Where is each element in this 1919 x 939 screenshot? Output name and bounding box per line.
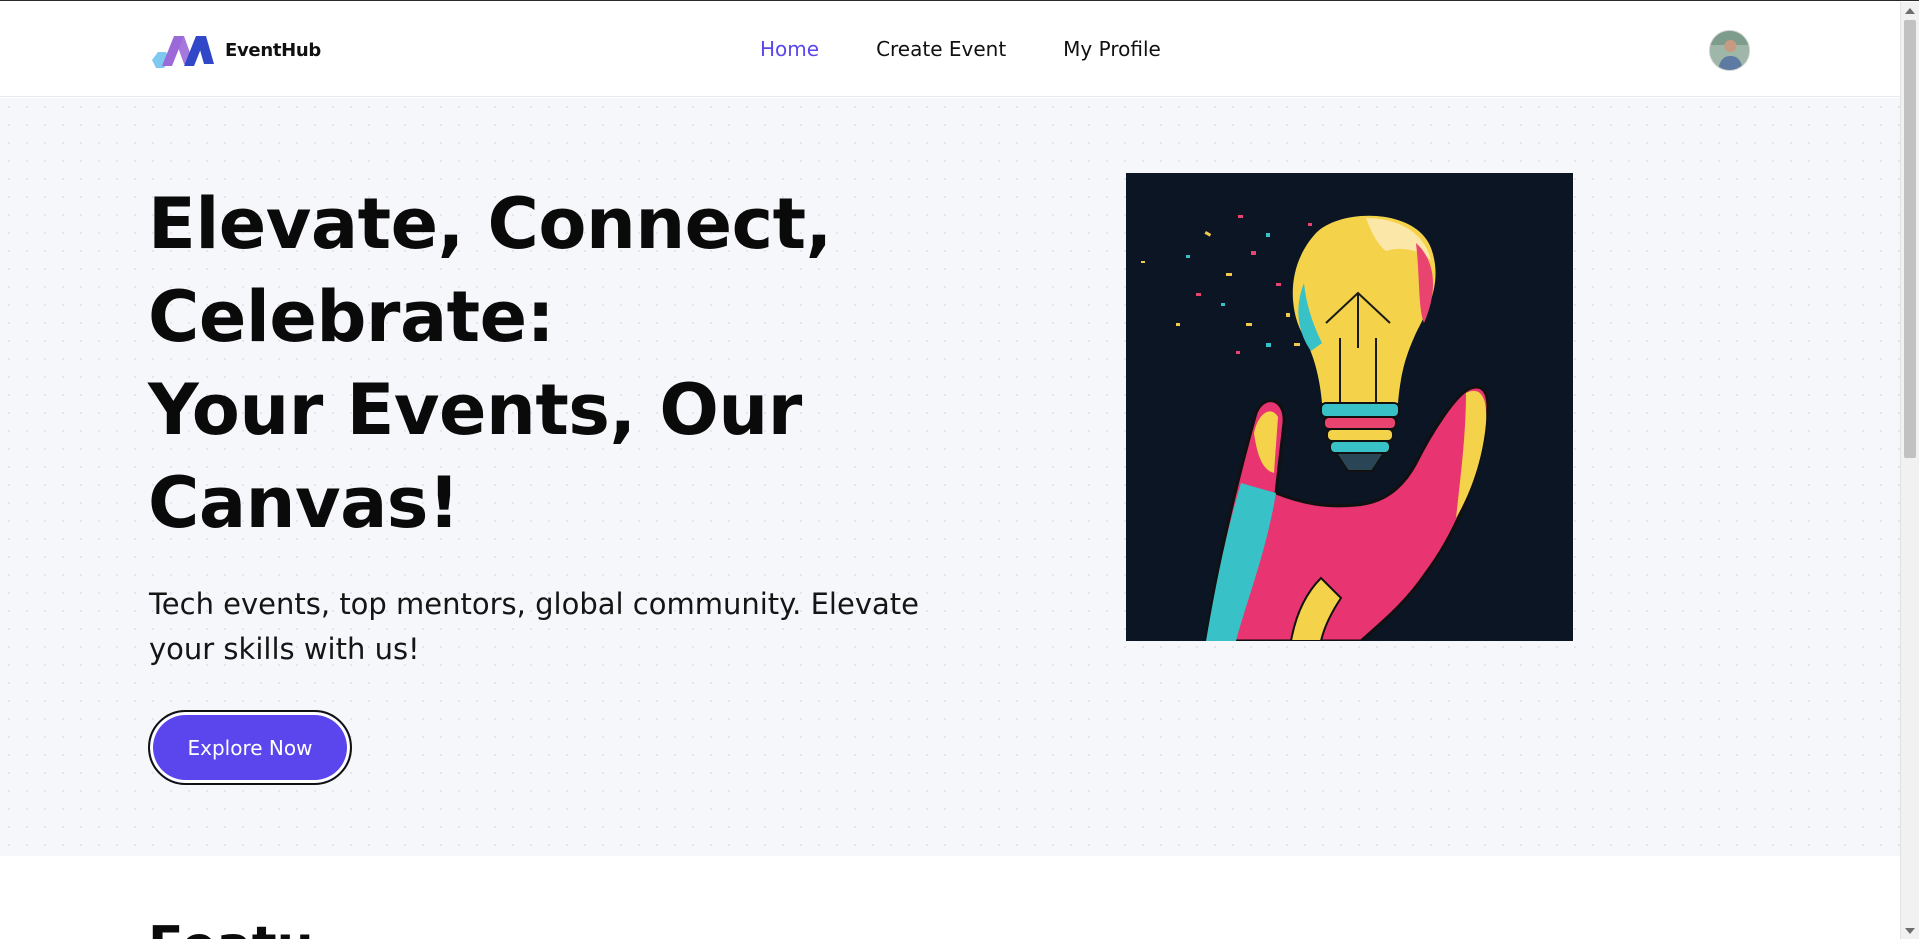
explore-now-button[interactable]: Explore Now [148, 710, 352, 785]
scroll-down-arrow-icon[interactable] [1905, 928, 1915, 934]
top-navbar: EventHub Home Create Event My Profile [0, 2, 1900, 97]
hero-subtitle: Tech events, top mentors, global communi… [149, 587, 919, 666]
hero-title: Elevate, Connect, Celebrate: Your Events… [148, 178, 968, 550]
hero-title-line: Canvas! [148, 462, 460, 544]
hero-section: Elevate, Connect, Celebrate: Your Events… [0, 98, 1900, 856]
brand-logo-link[interactable]: EventHub [150, 30, 321, 70]
nav-home-link[interactable]: Home [760, 37, 819, 61]
hero-title-line: Your Events, Our [148, 369, 802, 451]
page: EventHub Home Create Event My Profile El… [0, 0, 1919, 939]
hero-title-line: Elevate, Connect, [148, 183, 832, 265]
avatar-photo-icon [1710, 31, 1749, 70]
section-heading: Featu [148, 916, 314, 939]
eventhub-logo-icon [152, 36, 214, 68]
main-nav: Home Create Event My Profile [760, 37, 1161, 61]
brand-name: EventHub [225, 39, 322, 61]
scrollbar-thumb[interactable] [1904, 20, 1916, 458]
featured-section: Featu [0, 856, 1900, 939]
scroll-up-arrow-icon[interactable] [1905, 8, 1915, 14]
hero-title-line: Celebrate: [148, 276, 555, 358]
lightbulb-icon [1126, 173, 1573, 641]
user-avatar[interactable] [1709, 30, 1750, 71]
lightbulb-hand-illustration [1126, 173, 1573, 641]
page-scrollbar[interactable] [1900, 2, 1919, 939]
nav-create-event-link[interactable]: Create Event [876, 37, 1006, 61]
nav-my-profile-link[interactable]: My Profile [1063, 37, 1161, 61]
